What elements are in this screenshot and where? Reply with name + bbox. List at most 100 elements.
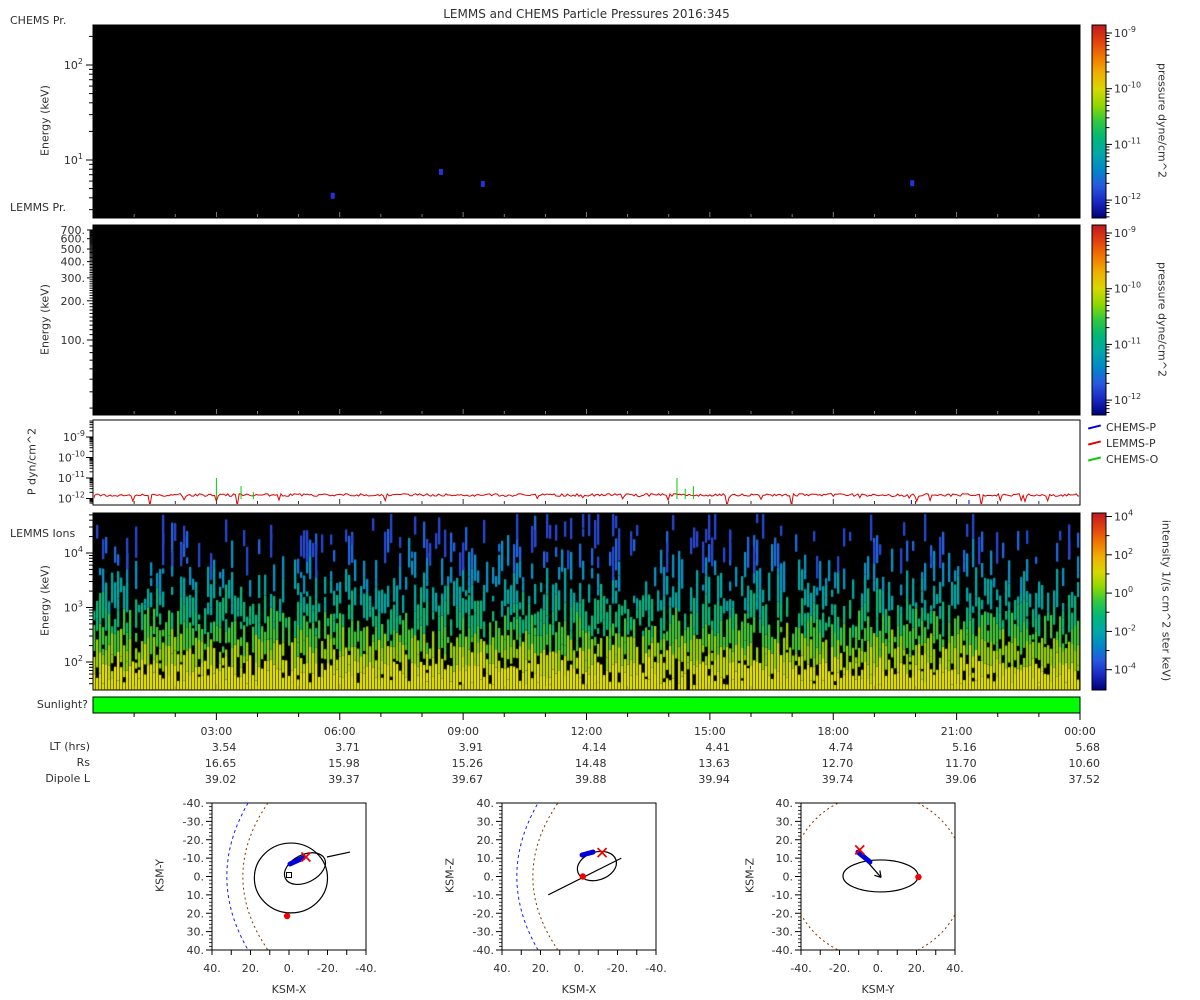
titan-marker	[915, 873, 922, 881]
svg-text:10-11: 10-11	[58, 470, 85, 485]
axes-and-ticks: 102101700.600.500.400.300.200.100.10-910…	[58, 24, 1141, 720]
svg-text:10-4: 10-4	[1114, 662, 1136, 677]
svg-text:40.: 40.	[203, 962, 221, 975]
svg-text:-40.: -40.	[645, 962, 666, 975]
svg-text:104: 104	[64, 545, 83, 560]
svg-text:10-9: 10-9	[1114, 25, 1136, 40]
time-tick-label: 09:00	[447, 725, 479, 738]
svg-text:10-11: 10-11	[1114, 136, 1141, 151]
svg-text:20.: 20.	[776, 834, 794, 847]
svg-text:0.: 0.	[284, 962, 295, 975]
rs-value: 12.70	[822, 757, 854, 770]
svg-text:100: 100	[1114, 585, 1133, 600]
svg-text:10-12: 10-12	[58, 491, 85, 506]
svg-text:0.: 0.	[484, 871, 495, 884]
colorbar-label-pressure-1: pressure dyne/cm^2	[1155, 63, 1169, 178]
svg-text:-10.: -10.	[473, 889, 494, 902]
legend-line-lemms-p	[1087, 440, 1102, 446]
colorbar-label-intensity: intensity 1/(s cm^2 ster keV)	[1159, 519, 1173, 682]
svg-text:-40.: -40.	[183, 797, 204, 810]
rs-value: 16.65	[205, 757, 237, 770]
dipole-l-value: 39.74	[822, 773, 854, 786]
svg-text:-30.: -30.	[772, 926, 793, 939]
orbit-plot-ksm-yz: -40. -20. 0. 20. 40. 40. 30. 20. 10. 0. -10. -20. -3…	[772, 797, 964, 975]
dipole-l-value: 39.06	[945, 773, 977, 786]
svg-text:102: 102	[64, 57, 83, 72]
figure-overlay: 102101700.600.500.400.300.200.100.10-910…	[58, 24, 1141, 975]
titan-marker	[579, 873, 587, 880]
svg-text:-40.: -40.	[790, 962, 811, 975]
svg-text:40.: 40.	[493, 962, 511, 975]
svg-text:-30.: -30.	[183, 815, 204, 828]
svg-text:-40.: -40.	[473, 944, 494, 957]
dipole-l-value: 37.52	[1069, 773, 1101, 786]
day-track	[579, 849, 596, 858]
y-axis-label-energy-2: Energy (keV)	[38, 284, 52, 355]
rs-value: 13.63	[698, 757, 730, 770]
orbit-plot-ksm-xy: 40. 20. 0. -20. -40. -40. -30. -20. -10. 0. 10. 20.…	[183, 797, 377, 975]
svg-text:10-10: 10-10	[1114, 281, 1141, 296]
legend-label-chems-p: CHEMS-P	[1106, 421, 1156, 434]
svg-text:10.: 10.	[187, 889, 205, 902]
svg-text:-10.: -10.	[183, 852, 204, 865]
colorbar-label-pressure-2: pressure dyne/cm^2	[1155, 262, 1169, 377]
titan-marker	[283, 912, 291, 920]
svg-text:-20.: -20.	[829, 962, 850, 975]
orbit-plot-ksm-xz-features	[516, 803, 622, 950]
svg-text:10.: 10.	[776, 852, 794, 865]
dipole-l-value: 39.37	[328, 773, 360, 786]
spacecraft-orbit-ellipse	[576, 850, 618, 882]
orbit-line	[326, 851, 351, 858]
y-axis-label-energy-1: Energy (keV)	[38, 85, 52, 156]
svg-text:300.: 300.	[61, 272, 86, 285]
rs-value: 15.98	[328, 757, 360, 770]
spacecraft-orbit-ellipse	[283, 852, 327, 886]
lt-value: 4.74	[829, 741, 854, 754]
svg-text:-10.: -10.	[772, 889, 793, 902]
time-tick-label: 00:00	[1064, 725, 1096, 738]
svg-text:101: 101	[64, 152, 83, 167]
svg-text:20.: 20.	[908, 962, 926, 975]
legend-label-chems-o: CHEMS-O	[1106, 453, 1159, 466]
svg-text:10-10: 10-10	[58, 450, 85, 465]
legend-label-lemms-p: LEMMS-P	[1106, 437, 1156, 450]
lt-value: 5.16	[952, 741, 977, 754]
svg-text:-20.: -20.	[607, 962, 628, 975]
svg-text:-40.: -40.	[772, 944, 793, 957]
saturn-marker	[286, 872, 292, 879]
svg-text:20.: 20.	[477, 834, 495, 847]
svg-text:-40.: -40.	[355, 962, 376, 975]
svg-text:10.: 10.	[477, 852, 495, 865]
svg-text:-20.: -20.	[317, 962, 338, 975]
svg-text:20.: 20.	[242, 962, 260, 975]
svg-text:10-9: 10-9	[1114, 225, 1136, 240]
lt-value: 3.54	[212, 741, 237, 754]
lt-value: 4.14	[582, 741, 607, 754]
svg-text:30.: 30.	[776, 815, 794, 828]
svg-text:0.: 0.	[194, 871, 205, 884]
dipole-l-value: 39.94	[698, 773, 730, 786]
y-axis-label-pressure: P dyn/cm^2	[25, 427, 39, 496]
lt-value: 3.91	[459, 741, 484, 754]
orbit-plot-ksm-yz-features	[801, 803, 955, 950]
svg-text:0.: 0.	[783, 871, 794, 884]
legend-item-lemms-p: LEMMS-P	[1087, 437, 1156, 450]
svg-text:102: 102	[1114, 547, 1133, 562]
orbit3-xlabel: KSM-Y	[861, 983, 895, 996]
figure: 102 101 700. 600. 500. 400. 300. 200. 100. 10-9 10…	[0, 0, 1200, 1000]
svg-text:0.: 0.	[873, 962, 884, 975]
orbit2-ylabel: KSM-Z	[443, 857, 457, 894]
magnetopause-curve	[532, 803, 559, 950]
time-axis-labels: 03:00 3.54 16.65 39.02 06:00 3.71 15.98 39.37 09…	[201, 725, 1100, 786]
orbit-plot-ksm-xz: 40. 20. 0. -20. -40. 40. 30. 20. 10. 0. -10. -20. -3…	[473, 797, 667, 975]
time-tick-label: 03:00	[201, 725, 233, 738]
svg-text:102: 102	[64, 654, 83, 669]
svg-text:30.: 30.	[477, 815, 495, 828]
svg-text:10-10: 10-10	[1114, 81, 1141, 96]
rs-value: 10.60	[1069, 757, 1101, 770]
dipole-l-value: 39.88	[575, 773, 607, 786]
orbit1-ylabel: KSM-Y	[153, 858, 167, 893]
svg-text:-20.: -20.	[473, 907, 494, 920]
page-title: LEMMS and CHEMS Particle Pressures 2016:…	[443, 7, 730, 21]
svg-text:40.: 40.	[946, 962, 964, 975]
